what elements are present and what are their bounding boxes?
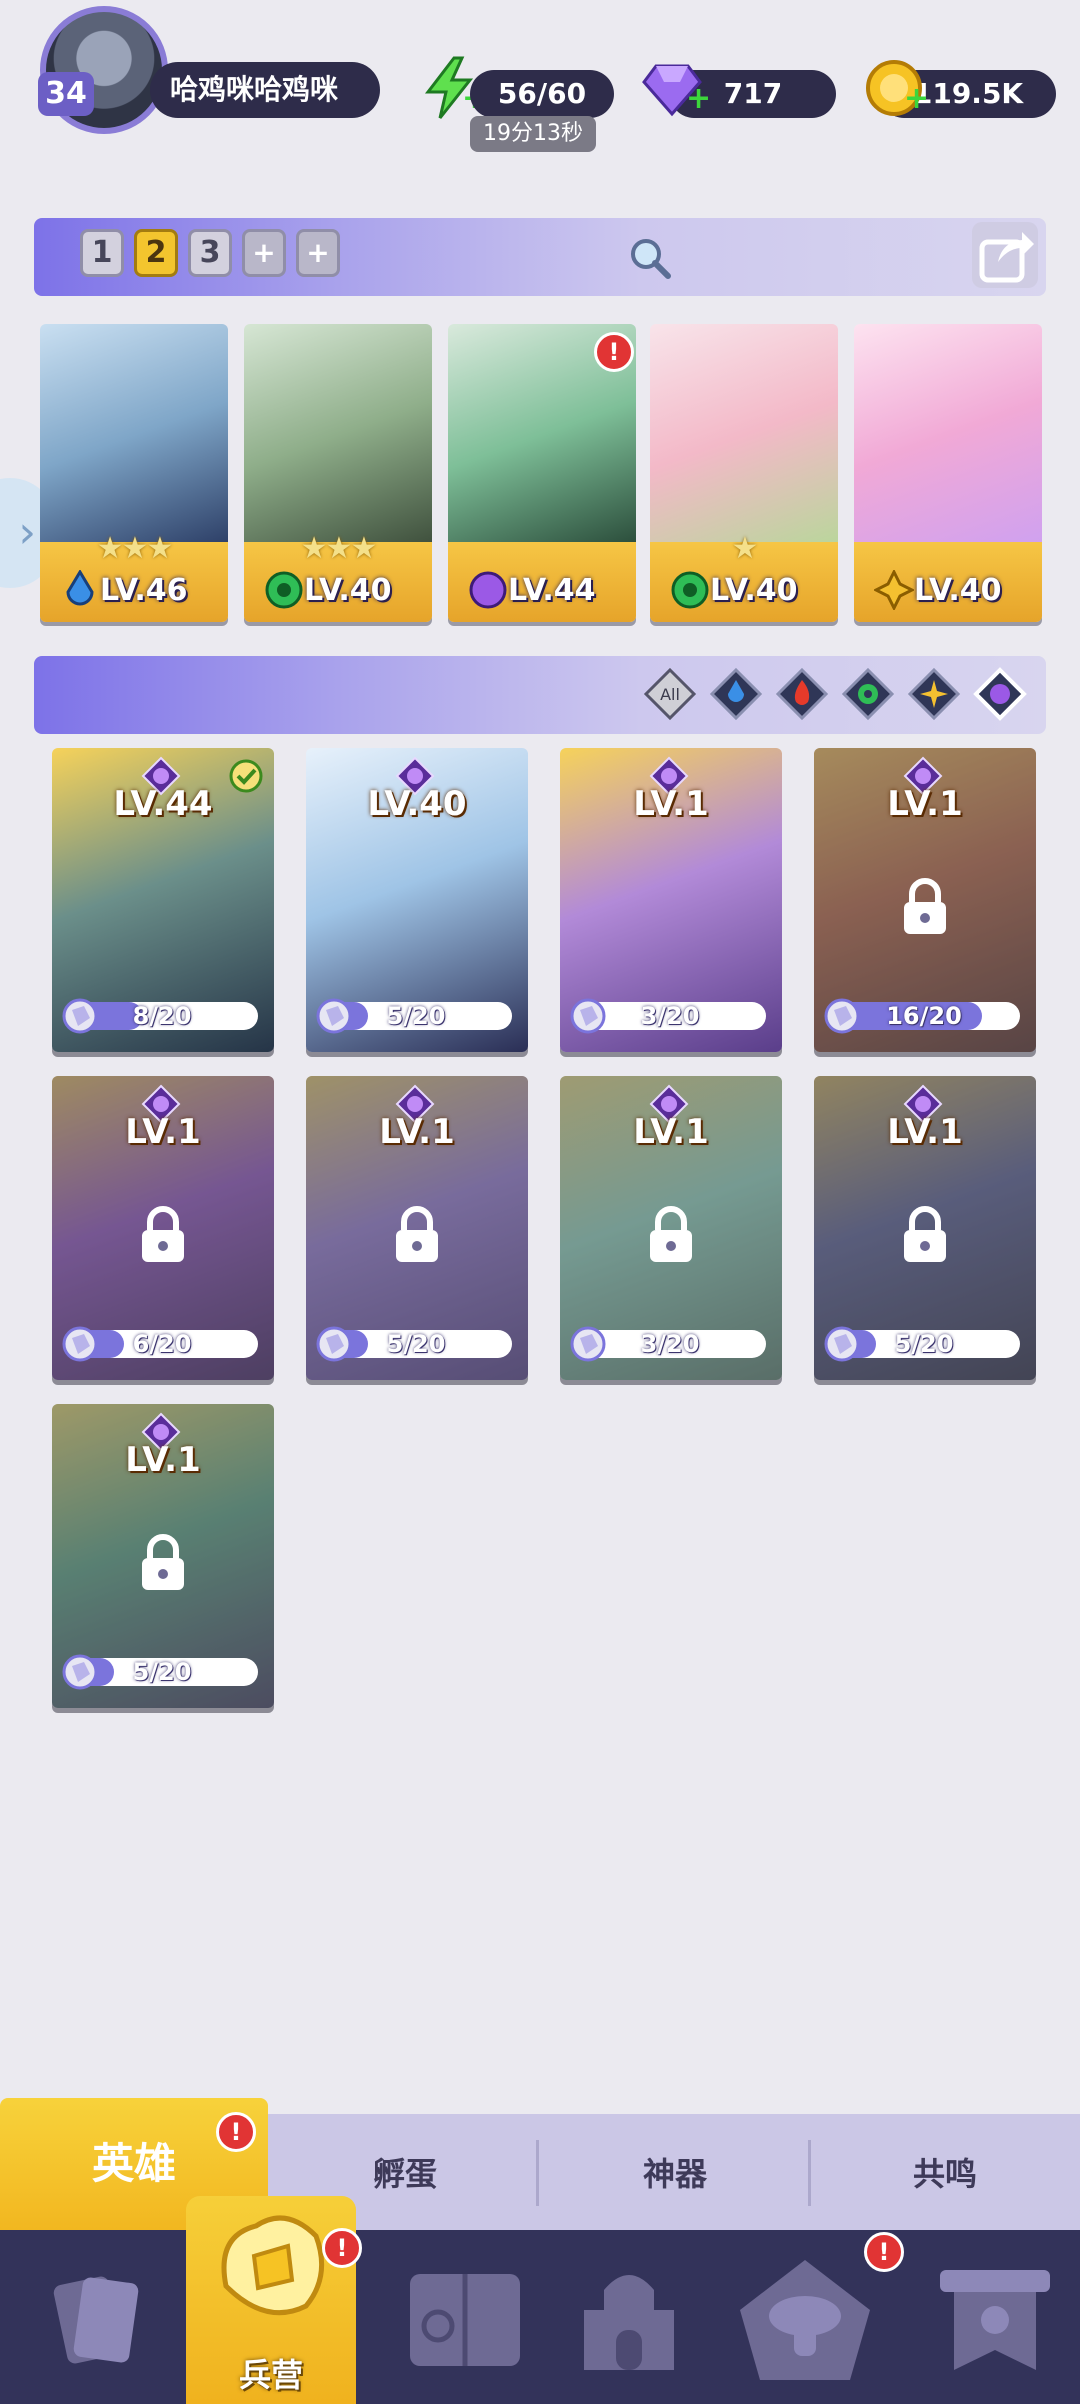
lock-icon — [142, 1534, 184, 1590]
team-hero-card[interactable]: LV.40 — [854, 324, 1042, 622]
filter-water-icon[interactable] — [708, 666, 764, 722]
gem-plus-icon[interactable]: + — [686, 84, 712, 114]
team-tab-add-2[interactable]: + — [296, 229, 340, 277]
hero-level: LV.40 — [914, 573, 1002, 608]
hero-shard-icon — [62, 1326, 98, 1362]
hero-level: LV.40 — [710, 573, 798, 608]
hero-level: LV.1 — [887, 1112, 963, 1152]
team-tab-2[interactable]: 2 — [134, 229, 178, 277]
tab-divider — [536, 2140, 539, 2206]
hero-card[interactable]: LV.1 5/20 — [814, 1076, 1036, 1380]
filter-dark-icon[interactable] — [972, 666, 1028, 722]
hero-shard-icon — [316, 998, 352, 1034]
hero-card[interactable]: LV.1 3/20 — [560, 748, 782, 1052]
hero-level: LV.44 — [508, 573, 596, 608]
hero-shard-icon — [824, 1326, 860, 1362]
water-element-icon — [66, 570, 94, 606]
player-level: 34 — [38, 72, 94, 116]
notification-badge: ! — [864, 2232, 904, 2272]
nav-barracks-label: 兵营 — [238, 2356, 303, 2394]
team-hero-card[interactable]: ★★★ LV.46 — [40, 324, 228, 622]
hero-card[interactable]: LV.1 6/20 — [52, 1076, 274, 1380]
filter-wind-icon[interactable] — [840, 666, 896, 722]
tab-artifact[interactable]: 神器 — [540, 2150, 810, 2198]
player-name[interactable]: 哈鸡咪哈鸡咪 — [150, 62, 380, 118]
hero-level: LV.1 — [125, 1112, 201, 1152]
hero-stars: ★★★ — [96, 531, 174, 566]
hero-shard-icon — [62, 998, 98, 1034]
hero-level: LV.1 — [887, 784, 963, 824]
hero-level: LV.46 — [100, 573, 188, 608]
hero-level: LV.1 — [125, 1440, 201, 1480]
barracks-icon[interactable] — [196, 2196, 346, 2336]
filter-fire-icon[interactable] — [774, 666, 830, 722]
hero-stars: ★ — [731, 531, 759, 566]
hero-portrait — [650, 324, 838, 546]
team-tab-1[interactable]: 1 — [80, 229, 124, 277]
hero-portrait — [244, 324, 432, 546]
hero-shard-icon — [570, 1326, 606, 1362]
filter-all-icon[interactable]: All — [642, 666, 698, 722]
filter-light-icon[interactable] — [906, 666, 962, 722]
team-tab-3[interactable]: 3 — [188, 229, 232, 277]
castle-icon[interactable] — [554, 2250, 704, 2390]
notification-badge: ! — [594, 332, 634, 372]
notification-badge: ! — [322, 2228, 362, 2268]
lock-icon — [904, 1206, 946, 1262]
search-icon[interactable] — [626, 234, 672, 280]
banner-icon[interactable] — [920, 2250, 1070, 2390]
team-hero-card[interactable]: ★ LV.40 — [650, 324, 838, 622]
hero-shard-icon — [316, 1326, 352, 1362]
hero-level: LV.1 — [379, 1112, 455, 1152]
hero-card[interactable]: LV.1 5/20 — [52, 1404, 274, 1708]
share-icon[interactable] — [972, 222, 1038, 288]
map-book-icon[interactable] — [390, 2250, 540, 2390]
hero-card[interactable]: LV.44 8/20 — [52, 748, 274, 1052]
cards-icon[interactable] — [20, 2250, 170, 2390]
hero-card[interactable]: LV.1 16/20 — [814, 748, 1036, 1052]
gold-plus-icon[interactable]: + — [904, 84, 930, 114]
notification-badge: ! — [216, 2112, 256, 2152]
dark-element-icon — [469, 571, 507, 609]
team-tab-add-1[interactable]: + — [242, 229, 286, 277]
hero-shard-icon — [570, 998, 606, 1034]
hero-shard-icon — [62, 1654, 98, 1690]
hero-card[interactable]: LV.1 5/20 — [306, 1076, 528, 1380]
hero-shard-icon — [824, 998, 860, 1034]
team-hero-card[interactable]: ★★★ LV.40 — [244, 324, 432, 622]
lock-icon — [142, 1206, 184, 1262]
tab-hatch[interactable]: 孵蛋 — [270, 2150, 540, 2198]
hero-level: LV.1 — [633, 1112, 709, 1152]
light-element-icon — [874, 570, 914, 610]
lock-icon — [904, 878, 946, 934]
hero-card[interactable]: LV.40 5/20 — [306, 748, 528, 1052]
team-select-bar — [34, 218, 1046, 296]
energy-timer: 19分13秒 — [470, 116, 596, 152]
hero-level: LV.40 — [304, 573, 392, 608]
lock-icon — [396, 1206, 438, 1262]
hero-portrait — [40, 324, 228, 546]
wind-element-icon — [671, 571, 709, 609]
lock-icon — [650, 1206, 692, 1262]
hero-card[interactable]: LV.1 3/20 — [560, 1076, 782, 1380]
svg-text:All: All — [660, 685, 680, 704]
hero-level: LV.40 — [367, 784, 467, 824]
hero-level: LV.1 — [633, 784, 709, 824]
wind-element-icon — [265, 571, 303, 609]
energy-value: 56/60 — [470, 70, 614, 118]
tab-resonance[interactable]: 共鸣 — [810, 2150, 1080, 2198]
hero-portrait — [854, 324, 1042, 546]
hero-stars: ★★★ — [300, 531, 378, 566]
guild-mushroom-icon[interactable] — [730, 2250, 880, 2390]
check-icon — [229, 759, 263, 793]
